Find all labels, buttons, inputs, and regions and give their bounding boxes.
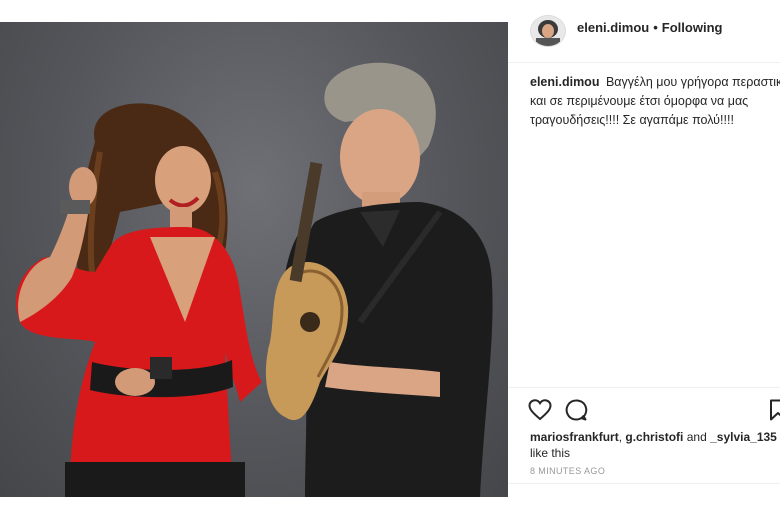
- photo-illustration: [16, 62, 493, 497]
- post-side-panel: eleni.dimou • Following eleni.dimou Βαγγέλ…: [508, 0, 780, 519]
- post-caption: eleni.dimou Βαγγέλη μου γρήγορα περαστικ…: [530, 73, 780, 130]
- likes-and: and: [686, 430, 707, 444]
- bookmark-icon[interactable]: [766, 398, 780, 422]
- header-text: eleni.dimou • Following: [577, 20, 722, 35]
- post-timestamp[interactable]: 8 MINUTES AGO: [530, 466, 605, 476]
- post-header: eleni.dimou • Following: [508, 0, 780, 63]
- avatar[interactable]: [530, 15, 566, 47]
- liker-3[interactable]: _sylvia_135: [710, 430, 777, 444]
- action-bar: [508, 387, 780, 428]
- header-username[interactable]: eleni.dimou: [577, 20, 649, 35]
- divider: [508, 483, 780, 484]
- likes-summary: mariosfrankfurt, g.christofi and _sylvia…: [530, 429, 780, 461]
- liker-2[interactable]: g.christofi: [625, 430, 683, 444]
- likes-comma: ,: [618, 430, 623, 444]
- avatar-image: [531, 16, 565, 46]
- liker-1[interactable]: mariosfrankfurt: [530, 430, 619, 444]
- heart-icon[interactable]: [528, 398, 552, 422]
- likes-suffix: like this: [530, 446, 571, 460]
- post-photo[interactable]: [0, 22, 508, 497]
- comment-icon[interactable]: [564, 398, 588, 422]
- header-separator: •: [653, 20, 658, 35]
- caption-username[interactable]: eleni.dimou: [530, 75, 599, 89]
- following-button[interactable]: Following: [662, 20, 723, 35]
